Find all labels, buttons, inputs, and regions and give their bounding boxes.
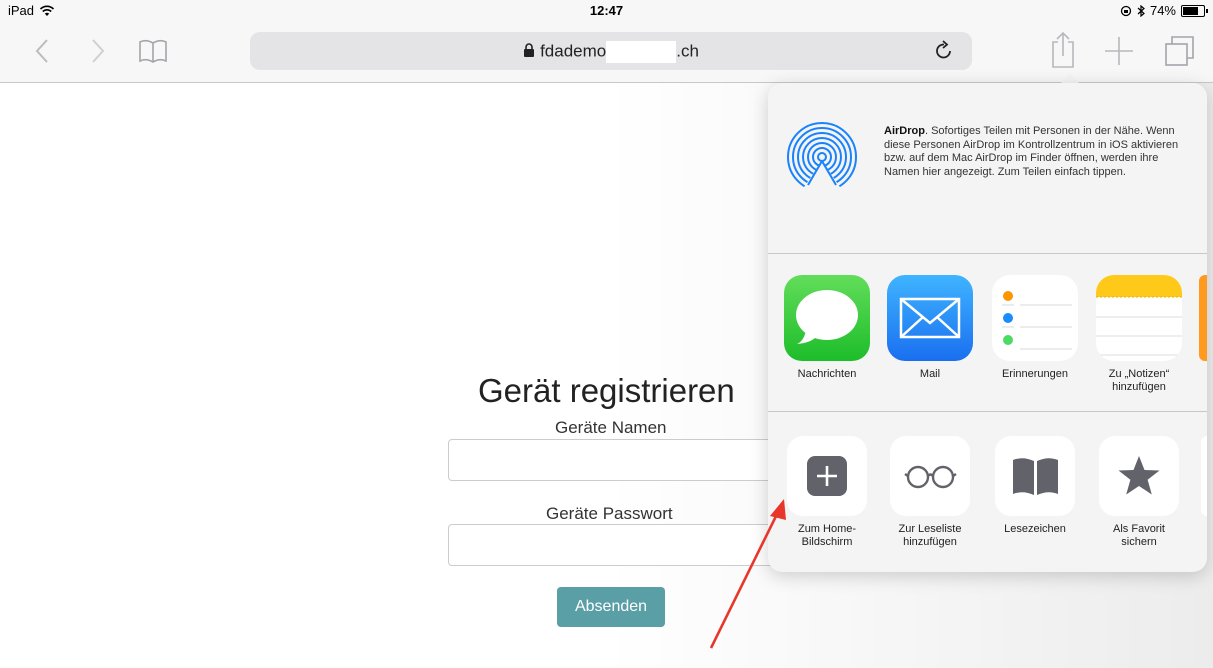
device-password-label: Geräte Passwort [546, 504, 673, 523]
star-icon [1099, 436, 1179, 516]
airdrop-body: . Sofortiges Teilen mit Personen in der … [884, 125, 1179, 178]
airdrop-section[interactable]: AirDrop. Sofortiges Teilen mit Personen … [768, 83, 1207, 253]
share-app-label: Erinnerungen [1001, 368, 1069, 380]
share-app-messages[interactable]: Nachrichten [782, 275, 872, 381]
book-icon [995, 436, 1075, 516]
bookmarks-icon[interactable] [136, 34, 170, 68]
submit-button[interactable]: Absenden [557, 587, 665, 627]
bluetooth-icon [1137, 4, 1145, 17]
share-app-label: Nachrichten [797, 368, 857, 380]
battery-icon [1181, 4, 1208, 17]
device-password-input[interactable] [448, 524, 790, 566]
rotation-lock-icon [1120, 5, 1132, 16]
action-add-to-home-screen[interactable]: Zum Home-Bildschirm [782, 436, 872, 549]
more-actions-peek[interactable] [1201, 436, 1207, 516]
share-icon[interactable] [1047, 30, 1079, 70]
redacted-area [606, 41, 677, 63]
page-title: Gerät registrieren [478, 372, 735, 409]
device-name-input[interactable] [448, 439, 790, 481]
lock-icon [524, 43, 535, 58]
url-suffix: .ch [676, 41, 699, 61]
reminders-icon [992, 275, 1078, 361]
airdrop-icon [787, 122, 857, 193]
clock: 12:47 [589, 3, 624, 18]
share-app-label: Zu „Notizen“ hinzufügen [1108, 368, 1170, 393]
add-icon [787, 436, 867, 516]
forward-icon[interactable] [80, 34, 114, 68]
messages-icon [784, 275, 870, 361]
action-label: Zur Leseliste hinzufügen [898, 523, 962, 548]
action-label: Als Favorit sichern [1113, 523, 1165, 548]
notes-icon [1096, 275, 1182, 361]
action-add-favorite[interactable]: Als Favorit sichern [1094, 436, 1184, 549]
action-label: Zum Home-Bildschirm [797, 523, 857, 548]
reload-icon[interactable] [934, 40, 954, 62]
share-sheet: AirDrop. Sofortiges Teilen mit Personen … [768, 83, 1207, 572]
glasses-icon [890, 436, 970, 516]
action-reading-list[interactable]: Zur Leseliste hinzufügen [885, 436, 975, 549]
airdrop-description: AirDrop. Sofortiges Teilen mit Personen … [884, 125, 1190, 179]
share-app-reminders[interactable]: Erinnerungen [990, 275, 1080, 381]
address-bar[interactable]: fdademo .ch [250, 32, 972, 70]
more-apps-peek-icon[interactable] [1199, 275, 1207, 361]
share-app-notes[interactable]: Zu „Notizen“ hinzufügen [1094, 275, 1184, 394]
share-app-mail[interactable]: Mail [885, 275, 975, 381]
sheet-divider [768, 253, 1207, 254]
browser-toolbar: fdademo .ch [0, 22, 1213, 83]
back-icon[interactable] [26, 34, 60, 68]
battery-percent: 74% [1149, 3, 1176, 18]
status-bar: iPad 12:47 74% [0, 0, 1213, 22]
tabs-icon[interactable] [1163, 34, 1197, 68]
action-bookmark[interactable]: Lesezeichen [990, 436, 1080, 536]
action-label: Lesezeichen [1004, 523, 1066, 535]
url-prefix: fdademo [540, 41, 607, 61]
new-tab-icon[interactable] [1102, 34, 1136, 68]
device-name-label: Geräte Namen [555, 418, 667, 437]
share-app-label: Mail [919, 368, 941, 380]
airdrop-title: AirDrop [884, 125, 925, 137]
sheet-divider [768, 411, 1207, 412]
mail-icon [887, 275, 973, 361]
